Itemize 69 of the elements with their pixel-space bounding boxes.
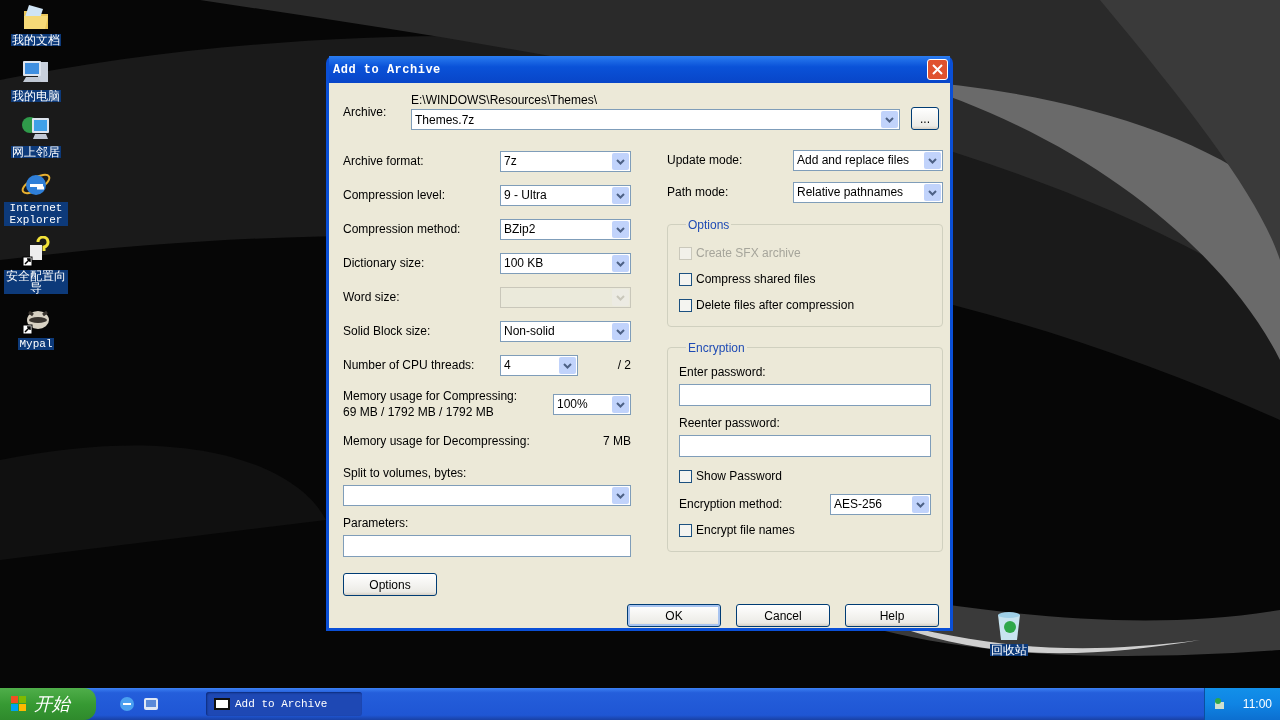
thread-count: / 2 xyxy=(616,358,631,372)
checkbox-label: Show Password xyxy=(696,469,783,483)
start-button[interactable]: 开始 xyxy=(0,688,96,720)
dropdown[interactable]: 9 - Ultra xyxy=(500,184,631,206)
group-title: Encryption xyxy=(686,341,747,355)
checkbox-label: Encrypt file names xyxy=(696,523,795,537)
network-icon[interactable] xyxy=(1213,697,1227,711)
desktop-icon-label[interactable]: 回收站 xyxy=(990,644,1028,656)
archive-name-combo[interactable]: Themes.7z xyxy=(411,109,900,130)
options-button[interactable]: Options xyxy=(343,573,437,596)
browse-button[interactable]: ... xyxy=(911,107,939,130)
dialog-button[interactable]: Cancel xyxy=(736,604,830,627)
field-label: Parameters: xyxy=(343,516,410,530)
dialog-button[interactable]: Help xyxy=(845,604,939,627)
checkbox[interactable] xyxy=(679,272,692,286)
app-icon[interactable] xyxy=(214,698,230,710)
desktop-icon-label[interactable]: 网上邻居 xyxy=(11,146,61,158)
dialog-button[interactable]: OK xyxy=(627,604,721,627)
field-label: Number of CPU threads: xyxy=(343,358,476,372)
checkbox[interactable] xyxy=(679,469,692,483)
shortcut-help-icon xyxy=(20,236,52,268)
field-label: Archive: xyxy=(342,104,388,119)
password-field[interactable] xyxy=(679,435,931,457)
desktop-icon[interactable] xyxy=(142,695,160,713)
dropdown[interactable]: Non-solid xyxy=(500,320,631,342)
memory-usage-text: Memory usage for Compressing: 69 MB / 1792 MB / 1792 MB xyxy=(343,388,519,420)
dropdown[interactable]: 100 KB xyxy=(500,252,631,274)
checkbox[interactable] xyxy=(679,298,692,312)
field-label: Encryption method: xyxy=(679,497,784,511)
dropdown[interactable]: Add and replace files xyxy=(793,149,943,171)
dropdown[interactable]: AES-256 xyxy=(830,493,931,515)
checkbox-label: Compress shared files xyxy=(696,272,816,286)
field-label: Compression level: xyxy=(343,188,447,202)
archive-path: E:\WINDOWS\Resources\Themes\ xyxy=(411,93,599,107)
checkbox-label: Create SFX archive xyxy=(696,246,801,260)
field-label: Memory usage for Decompressing: xyxy=(343,434,530,448)
clock: 11:00 xyxy=(1242,697,1272,711)
parameters-field[interactable] xyxy=(343,535,631,557)
memory-value: 7 MB xyxy=(603,434,631,448)
field-label: Split to volumes, bytes: xyxy=(343,466,468,480)
dropdown[interactable]: 4 xyxy=(500,354,578,376)
checkbox-label: Delete files after compression xyxy=(696,298,855,312)
folder-icon xyxy=(21,2,51,32)
desktop-icon-label[interactable]: 我的电脑 xyxy=(11,90,61,102)
group-title: Options xyxy=(686,218,732,232)
dropdown[interactable]: 7z xyxy=(500,150,631,172)
field-label: Dictionary size: xyxy=(343,256,426,270)
desktop-icon-label[interactable]: 我的文档 xyxy=(11,34,61,46)
desktop-icon-label[interactable]: Internet Explorer xyxy=(4,202,68,226)
field-label: Archive format: xyxy=(343,154,425,168)
close-button[interactable] xyxy=(927,59,948,80)
combo-box[interactable] xyxy=(343,485,631,506)
dropdown[interactable]: Relative pathnames xyxy=(793,181,943,203)
desktop-icon-label[interactable]: Mypal xyxy=(18,338,54,350)
field-label: Enter password: xyxy=(679,365,767,379)
field-label: Update mode: xyxy=(667,153,744,167)
field-label: Reenter password: xyxy=(679,416,781,430)
close-icon[interactable] xyxy=(932,64,943,75)
password-field[interactable] xyxy=(679,384,931,406)
taskbar-button[interactable]: Add to Archive xyxy=(206,692,362,716)
checkbox[interactable] xyxy=(679,523,692,537)
dropdown[interactable]: 100% xyxy=(553,393,631,415)
dropdown[interactable]: BZip2 xyxy=(500,218,631,240)
field-label: Word size: xyxy=(343,290,401,304)
field-label: Compression method: xyxy=(343,222,462,236)
field-label: Path mode: xyxy=(667,185,730,199)
desktop-icon-label[interactable]: 安全配置向导 xyxy=(4,270,68,294)
field-label: Solid Block size: xyxy=(343,324,432,338)
window-title: Add to Archive xyxy=(333,62,441,77)
